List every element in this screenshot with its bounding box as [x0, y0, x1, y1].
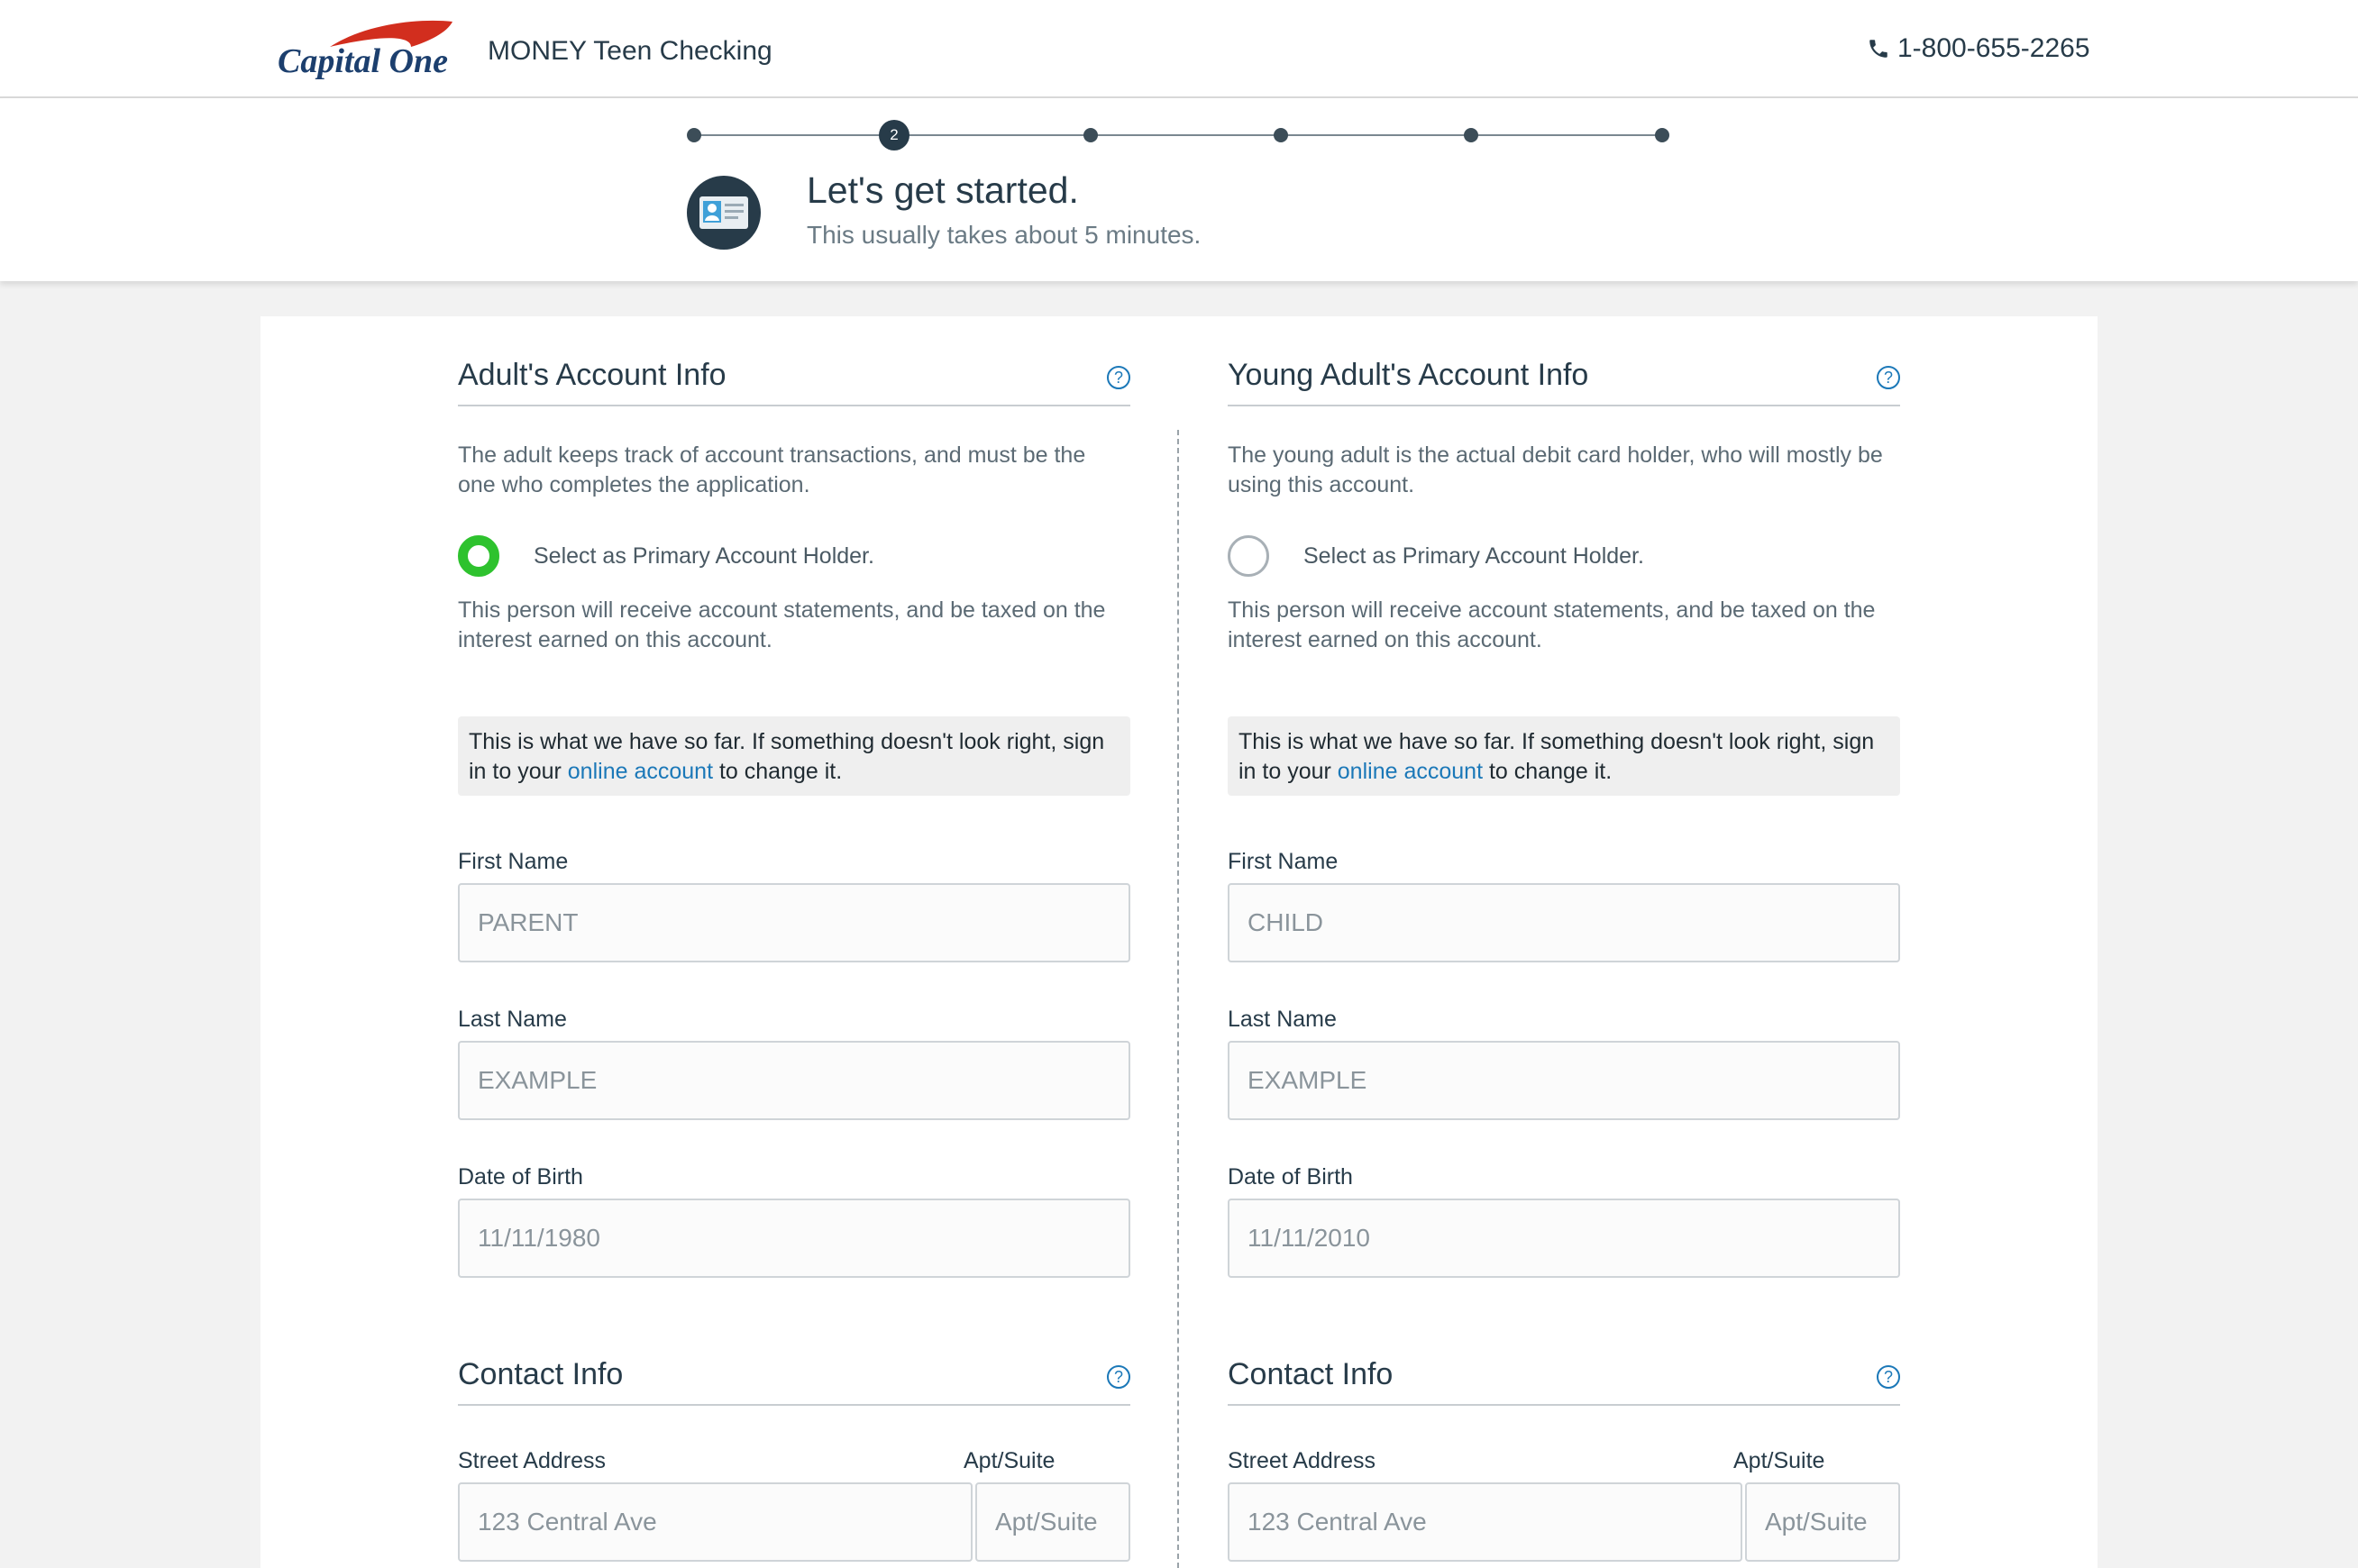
- apt-suite-label: Apt/Suite: [964, 1448, 1056, 1473]
- first-name-label: First Name: [1228, 849, 1339, 874]
- adult-street-input[interactable]: [458, 1482, 973, 1562]
- young-adult-last-name-input[interactable]: [1228, 1041, 1900, 1120]
- adult-first-name-input[interactable]: [458, 883, 1130, 962]
- radio-label: Select as Primary Account Holder.: [1303, 542, 1644, 569]
- notice-text-end: to change it.: [713, 759, 843, 784]
- young-adult-dob-input[interactable]: [1228, 1199, 1900, 1278]
- id-card-icon: [687, 176, 761, 250]
- dob-label: Date of Birth: [458, 1164, 583, 1190]
- step-1-dot: [687, 128, 701, 142]
- young-adult-first-name-input[interactable]: [1228, 883, 1900, 962]
- step-4-dot: [1274, 128, 1288, 142]
- adult-account-column: Adult's Account Info ? The adult keeps t…: [458, 316, 1130, 1562]
- first-name-label: First Name: [458, 849, 569, 874]
- adult-description: The adult keeps track of account transac…: [458, 442, 1086, 497]
- help-icon[interactable]: ?: [1107, 1365, 1130, 1389]
- progress-track: [694, 134, 1663, 136]
- young-adult-primary-holder-option[interactable]: Select as Primary Account Holder.: [1228, 533, 1644, 579]
- adult-section-title: Adult's Account Info: [458, 358, 727, 392]
- radio-label: Select as Primary Account Holder.: [534, 542, 874, 569]
- young-adult-radio-note: This person will receive account stateme…: [1228, 597, 1876, 652]
- young-adult-street-input[interactable]: [1228, 1482, 1742, 1562]
- step-6-dot: [1655, 128, 1669, 142]
- young-adult-apt-input[interactable]: [1745, 1482, 1900, 1562]
- adult-contact-header: Contact Info ?: [458, 1316, 1130, 1406]
- step-3-dot: [1083, 128, 1098, 142]
- help-icon[interactable]: ?: [1877, 1365, 1900, 1389]
- step-2-current: 2: [879, 120, 909, 150]
- page-subtitle: This usually takes about 5 minutes.: [807, 221, 1202, 249]
- contact-section-title: Contact Info: [458, 1357, 624, 1391]
- radio-button-unselected[interactable]: [1228, 535, 1269, 577]
- young-adult-info-notice: This is what we have so far. If somethin…: [1228, 716, 1900, 796]
- adult-last-name-input[interactable]: [458, 1041, 1130, 1120]
- last-name-label: Last Name: [1228, 1007, 1337, 1032]
- adult-section-header: Adult's Account Info ?: [458, 316, 1130, 406]
- adult-primary-holder-option[interactable]: Select as Primary Account Holder.: [458, 533, 874, 579]
- young-adult-account-column: Young Adult's Account Info ? The young a…: [1228, 316, 1900, 1562]
- street-address-label: Street Address: [1228, 1448, 1376, 1473]
- adult-dob-input[interactable]: [458, 1199, 1130, 1278]
- phone-text: 1-800-655-2265: [1897, 33, 2090, 63]
- product-title: MONEY Teen Checking: [488, 36, 772, 66]
- street-address-label: Street Address: [458, 1448, 606, 1473]
- young-adult-section-header: Young Adult's Account Info ?: [1228, 316, 1900, 406]
- progress-banner: 2 Let's get started. This usually takes …: [0, 98, 2358, 281]
- capital-one-logo[interactable]: Capital One: [276, 16, 465, 87]
- contact-section-title: Contact Info: [1228, 1357, 1394, 1391]
- help-icon[interactable]: ?: [1107, 366, 1130, 389]
- notice-text-end: to change it.: [1483, 759, 1613, 784]
- young-adult-description: The young adult is the actual debit card…: [1228, 442, 1883, 497]
- adult-radio-note: This person will receive account stateme…: [458, 597, 1106, 652]
- adult-info-notice: This is what we have so far. If somethin…: [458, 716, 1130, 796]
- step-5-dot: [1464, 128, 1478, 142]
- phone-icon: [1869, 40, 1887, 58]
- adult-apt-input[interactable]: [975, 1482, 1130, 1562]
- page-title: Let's get started.: [807, 169, 1079, 211]
- young-adult-contact-header: Contact Info ?: [1228, 1316, 1900, 1406]
- apt-suite-label: Apt/Suite: [1733, 1448, 1825, 1473]
- logo-wordmark: Capital One: [278, 42, 448, 80]
- online-account-link[interactable]: online account: [1338, 759, 1483, 784]
- last-name-label: Last Name: [458, 1007, 567, 1032]
- radio-button-selected[interactable]: [458, 535, 499, 577]
- phone-number[interactable]: 1-800-655-2265: [1867, 33, 2090, 64]
- online-account-link[interactable]: online account: [568, 759, 713, 784]
- top-header: Capital One MONEY Teen Checking 1-800-65…: [0, 0, 2358, 98]
- help-icon[interactable]: ?: [1877, 366, 1900, 389]
- dob-label: Date of Birth: [1228, 1164, 1353, 1190]
- column-divider: [1177, 430, 1179, 1568]
- young-adult-section-title: Young Adult's Account Info: [1228, 358, 1589, 392]
- application-form-card: Adult's Account Info ? The adult keeps t…: [260, 316, 2098, 1568]
